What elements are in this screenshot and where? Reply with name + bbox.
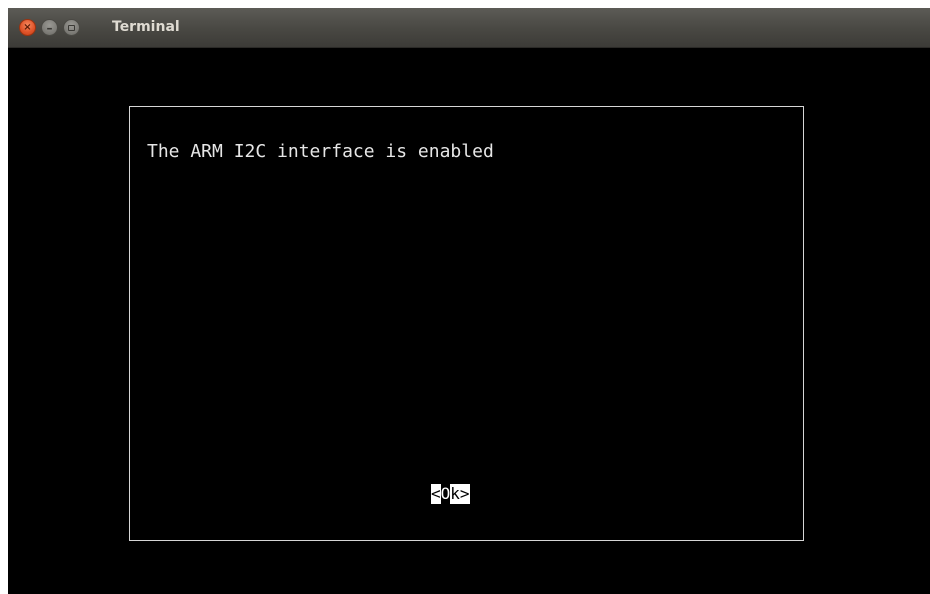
minimize-icon[interactable]: –: [41, 19, 58, 36]
close-glyph: ×: [23, 21, 32, 33]
close-icon[interactable]: ×: [19, 19, 36, 36]
title-bar[interactable]: × – Terminal: [8, 8, 930, 48]
terminal-area[interactable]: The ARM I2C interface is enabled < Ok >: [8, 48, 930, 594]
terminal-window: × – Terminal The ARM I2C interface is en…: [8, 8, 930, 594]
minimize-glyph: –: [46, 20, 53, 35]
window-title: Terminal: [112, 19, 180, 35]
ok-label-rest: k: [450, 484, 460, 504]
message-dialog: The ARM I2C interface is enabled < Ok >: [129, 106, 804, 541]
ok-button[interactable]: < Ok >: [431, 484, 470, 504]
ok-hotkey-letter: O: [440, 484, 451, 504]
dialog-message: The ARM I2C interface is enabled: [147, 141, 494, 162]
maximize-glyph: [68, 24, 75, 31]
ok-left-bracket: <: [431, 484, 441, 504]
ok-right-bracket: >: [459, 484, 470, 504]
maximize-icon[interactable]: [63, 19, 80, 36]
